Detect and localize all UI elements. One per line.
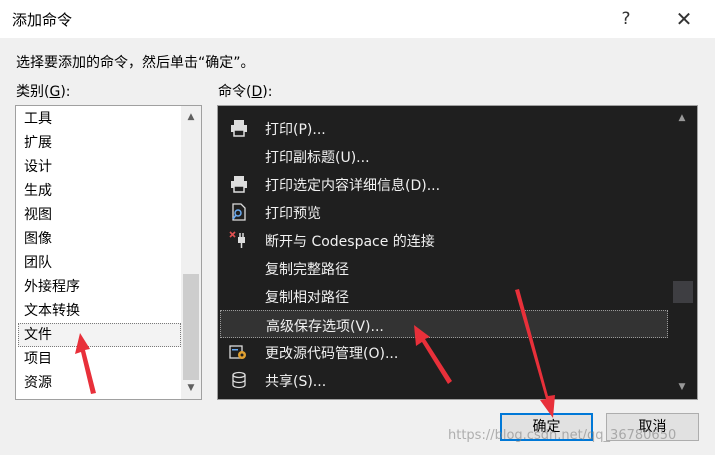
dialog-title: 添加命令	[12, 11, 73, 29]
category-item[interactable]: 视图	[24, 203, 52, 227]
commands-label: 命令(D):	[218, 84, 273, 100]
category-item[interactable]: 文本转换	[24, 299, 80, 323]
disconnect-plug-icon	[229, 231, 249, 249]
category-scrollbar[interactable]: ▲ ▼	[181, 106, 201, 399]
category-item[interactable]: 外接程序	[24, 275, 80, 299]
command-item[interactable]: 复制完整路径	[220, 254, 668, 282]
command-item[interactable]: 打印副标题(U)...	[220, 142, 668, 170]
scroll-down-arrow-icon[interactable]: ▼	[181, 379, 201, 397]
command-item[interactable]: 打印预览	[220, 198, 668, 226]
category-item[interactable]: 设计	[24, 155, 52, 179]
category-item[interactable]: 扩展	[24, 131, 52, 155]
command-item[interactable]: 更改源代码管理(O)...	[220, 338, 668, 366]
command-item[interactable]: 打印(P)...	[220, 114, 668, 142]
command-item[interactable]: 打印选定内容详细信息(D)...	[220, 170, 668, 198]
categories-label: 类别(G):	[16, 84, 71, 100]
category-item[interactable]: 工具	[24, 107, 52, 131]
source-control-icon	[229, 343, 249, 361]
category-item[interactable]: 团队	[24, 251, 52, 275]
instruction-text: 选择要添加的命令，然后单击“确定”。	[16, 55, 255, 71]
category-item[interactable]: 图像	[24, 227, 52, 251]
command-item[interactable]: 复制相对路径	[220, 282, 668, 310]
category-item[interactable]: 项目	[24, 347, 52, 371]
command-item[interactable]: 共享(S)...	[220, 366, 668, 394]
help-button[interactable]: ?	[611, 6, 641, 32]
scroll-down-arrow-icon[interactable]: ▼	[672, 378, 692, 396]
scroll-thumb[interactable]	[183, 274, 199, 380]
category-item-selected[interactable]: 文件	[24, 323, 52, 347]
command-item[interactable]: 断开与 Codespace 的连接	[220, 226, 668, 254]
command-list[interactable]: 打印(P)... 打印副标题(U)... 打印选定内容详细信息(D)... 打印…	[217, 105, 698, 400]
printer-icon	[229, 119, 249, 137]
command-item-selected[interactable]: 高级保存选项(V)...	[220, 310, 668, 338]
category-item[interactable]: 生成	[24, 179, 52, 203]
share-icon	[229, 371, 249, 389]
scroll-up-arrow-icon[interactable]: ▲	[672, 109, 692, 127]
watermark: https://blog.csdn.net/qq_36780650	[448, 428, 677, 443]
close-button[interactable]: ✕	[669, 6, 699, 32]
category-item[interactable]: 资源	[24, 371, 52, 395]
command-scrollbar[interactable]: ▲ ▼	[668, 106, 697, 399]
scroll-thumb[interactable]	[673, 281, 693, 303]
printer-icon	[229, 175, 249, 193]
title-bar: 添加命令 ? ✕	[0, 0, 715, 38]
category-list[interactable]: 工具 扩展 设计 生成 视图 图像 团队 外接程序 文本转换 文件 项目 资源 …	[15, 105, 202, 400]
print-preview-icon	[229, 203, 249, 221]
scroll-up-arrow-icon[interactable]: ▲	[181, 108, 201, 126]
